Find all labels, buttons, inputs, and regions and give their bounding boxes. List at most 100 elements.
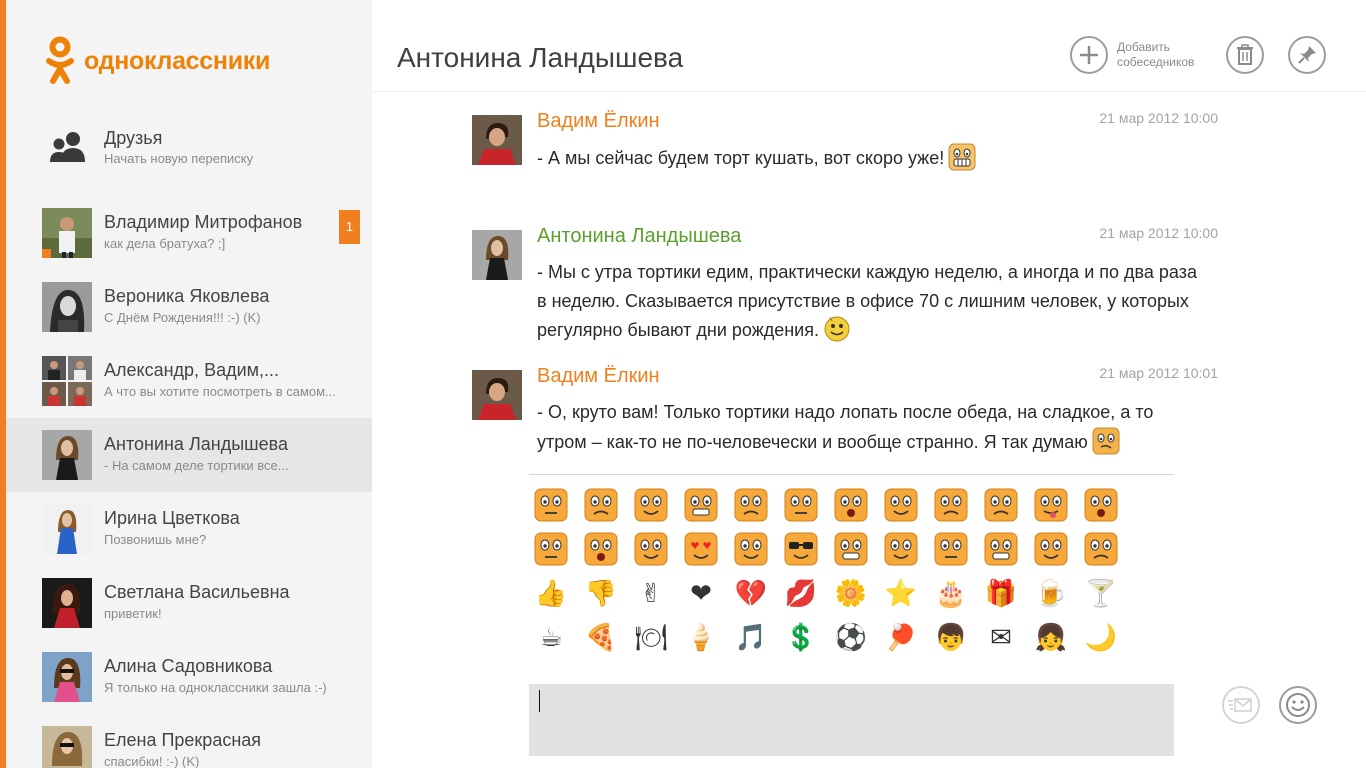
avatar bbox=[42, 652, 92, 702]
send-envelope-icon bbox=[1228, 698, 1252, 712]
teeth-smiley-icon[interactable] bbox=[833, 531, 869, 567]
pizza-icon[interactable]: 🍕 bbox=[583, 619, 619, 655]
envelope-icon[interactable]: ✉ bbox=[983, 619, 1019, 655]
plus-icon bbox=[1080, 46, 1098, 64]
smile-smiley-icon[interactable] bbox=[633, 531, 669, 567]
online-indicator bbox=[42, 249, 51, 258]
message-avatar[interactable] bbox=[472, 370, 522, 420]
conversation-header: Антонина Ландышева Добавить собеседников bbox=[372, 0, 1366, 92]
contact-item[interactable]: Елена Прекрасная спасибки! :-) (K) bbox=[6, 714, 372, 768]
pin-icon bbox=[1298, 46, 1316, 64]
dollar-icon[interactable]: 💲 bbox=[783, 619, 819, 655]
contact-preview: - На самом деле тортики все... bbox=[104, 458, 289, 473]
friends-new-conversation[interactable]: Друзья Начать новую переписку bbox=[6, 112, 372, 184]
angry-smiley-icon[interactable] bbox=[733, 487, 769, 523]
message-avatar[interactable] bbox=[472, 115, 522, 165]
contact-item[interactable]: Алина Садовникова Я только на одноклассн… bbox=[6, 640, 372, 714]
message-text: - О, круто вам! Только тортики надо лопа… bbox=[537, 398, 1197, 456]
happy-smiley-icon[interactable] bbox=[883, 531, 919, 567]
contact-item[interactable]: Ирина Цветкова Позвонишь мне? bbox=[6, 492, 372, 566]
wink-smiley-icon[interactable] bbox=[633, 487, 669, 523]
emoticon-row-4: ☕ 🍕 🍽 🍦 🎵 💲 ⚽ 🏓 👦 ✉ 👧 🌙 bbox=[533, 615, 1133, 659]
scream-smiley-icon[interactable] bbox=[583, 531, 619, 567]
thumbs-down-icon[interactable]: 👎 bbox=[583, 575, 619, 611]
message-author[interactable]: Антонина Ландышева bbox=[537, 225, 741, 248]
contact-name: Александр, Вадим,... bbox=[104, 360, 280, 380]
message-input[interactable] bbox=[529, 684, 1174, 756]
coffee-cup-icon[interactable]: ☕ bbox=[533, 619, 569, 655]
neutral-smiley-icon[interactable] bbox=[533, 487, 569, 523]
message-time: 21 мар 2012 10:00 bbox=[1099, 225, 1218, 241]
add-participants-label: Добавить собеседников bbox=[1117, 40, 1195, 69]
frown-smiley-icon[interactable] bbox=[1083, 531, 1119, 567]
surprised-smiley-icon[interactable] bbox=[833, 487, 869, 523]
beer-mug-icon[interactable]: 🍺 bbox=[1033, 575, 1069, 611]
message-author[interactable]: Вадим Ёлкин bbox=[537, 110, 660, 133]
flower-icon[interactable]: 🌼 bbox=[833, 575, 869, 611]
love-smiley-icon[interactable] bbox=[683, 531, 719, 567]
cool-smiley-icon[interactable] bbox=[783, 531, 819, 567]
contact-name: Вероника Яковлева bbox=[104, 286, 270, 306]
soccer-ball-icon[interactable]: ⚽ bbox=[833, 619, 869, 655]
message-avatar[interactable] bbox=[472, 230, 522, 280]
contact-preview: Я только на одноклассники зашла :-) bbox=[104, 680, 327, 695]
laugh-smiley-icon[interactable] bbox=[983, 531, 1019, 567]
contact-item[interactable]: Владимир Митрофанов как дела братуха? ;]… bbox=[6, 196, 372, 270]
friends-icon bbox=[48, 128, 88, 168]
contact-preview: спасибки! :-) (K) bbox=[104, 754, 200, 768]
smile-smiley-icon[interactable] bbox=[883, 487, 919, 523]
music-note-icon[interactable]: 🎵 bbox=[733, 619, 769, 655]
confused-smiley-icon[interactable] bbox=[1033, 531, 1069, 567]
message-author[interactable]: Вадим Ёлкин bbox=[537, 365, 660, 388]
contact-item[interactable]: Светлана Васильевна приветик! bbox=[6, 566, 372, 640]
friends-subtitle: Начать новую переписку bbox=[104, 151, 254, 166]
shock-smiley-icon[interactable] bbox=[1083, 487, 1119, 523]
text-caret bbox=[539, 690, 540, 712]
sad-smiley-icon[interactable] bbox=[583, 487, 619, 523]
avatar bbox=[42, 282, 92, 332]
grin-smiley-icon bbox=[948, 143, 976, 171]
conversation-pane: Антонина Ландышева Добавить собеседников bbox=[372, 0, 1366, 768]
pin-button[interactable] bbox=[1288, 36, 1326, 74]
mad-smiley-icon[interactable] bbox=[933, 487, 969, 523]
cocktail-icon[interactable]: 🍸 bbox=[1083, 575, 1119, 611]
message-time: 21 мар 2012 10:01 bbox=[1099, 365, 1218, 381]
contact-preview: как дела братуха? ;] bbox=[104, 236, 226, 251]
victory-hand-icon[interactable]: ✌ bbox=[633, 575, 669, 611]
send-button[interactable] bbox=[1222, 686, 1260, 724]
round-smiley-icon bbox=[824, 316, 850, 342]
grin-smiley-icon[interactable] bbox=[683, 487, 719, 523]
kiss-lips-icon[interactable]: 💋 bbox=[783, 575, 819, 611]
tongue-smiley-icon[interactable] bbox=[1033, 487, 1069, 523]
plate-icon[interactable]: 🍽 bbox=[633, 619, 669, 655]
star-icon[interactable]: ⭐ bbox=[883, 575, 919, 611]
gift-icon[interactable]: 🎁 bbox=[983, 575, 1019, 611]
cake-icon[interactable]: 🎂 bbox=[933, 575, 969, 611]
contact-name: Антонина Ландышева bbox=[104, 434, 288, 454]
cry-smiley-icon[interactable] bbox=[983, 487, 1019, 523]
emoticons-toggle-button[interactable] bbox=[1279, 686, 1317, 724]
emoticon-panel-divider bbox=[529, 474, 1174, 475]
broken-heart-icon[interactable]: 💔 bbox=[733, 575, 769, 611]
delete-button[interactable] bbox=[1226, 36, 1264, 74]
add-participants-button[interactable] bbox=[1070, 36, 1108, 74]
moon-icon[interactable]: 🌙 bbox=[1083, 619, 1119, 655]
thinking-smiley-icon bbox=[1092, 427, 1120, 454]
squint-smiley-icon[interactable] bbox=[733, 531, 769, 567]
thumbs-up-icon[interactable]: 👍 bbox=[533, 575, 569, 611]
heart-icon[interactable]: ❤ bbox=[683, 575, 719, 611]
ice-cream-icon[interactable]: 🍦 bbox=[683, 619, 719, 655]
boy-icon[interactable]: 👦 bbox=[933, 619, 969, 655]
contact-item[interactable]: Вероника Яковлева С Днём Рождения!!! :-)… bbox=[6, 270, 372, 344]
contact-item[interactable]: Александр, Вадим,... А что вы хотите пос… bbox=[6, 344, 372, 418]
unread-count-badge: 1 bbox=[339, 210, 360, 244]
skeptic-smiley-icon[interactable] bbox=[933, 531, 969, 567]
annoyed-smiley-icon[interactable] bbox=[783, 487, 819, 523]
girl-icon[interactable]: 👧 bbox=[1033, 619, 1069, 655]
neutral-smiley-icon[interactable] bbox=[533, 531, 569, 567]
ping-pong-icon[interactable]: 🏓 bbox=[883, 619, 919, 655]
app-logo[interactable]: одноклассники bbox=[44, 36, 270, 86]
contact-name: Светлана Васильевна bbox=[104, 582, 290, 602]
friends-title: Друзья bbox=[104, 128, 163, 148]
contact-item-active[interactable]: Антонина Ландышева - На самом деле торти… bbox=[6, 418, 372, 492]
